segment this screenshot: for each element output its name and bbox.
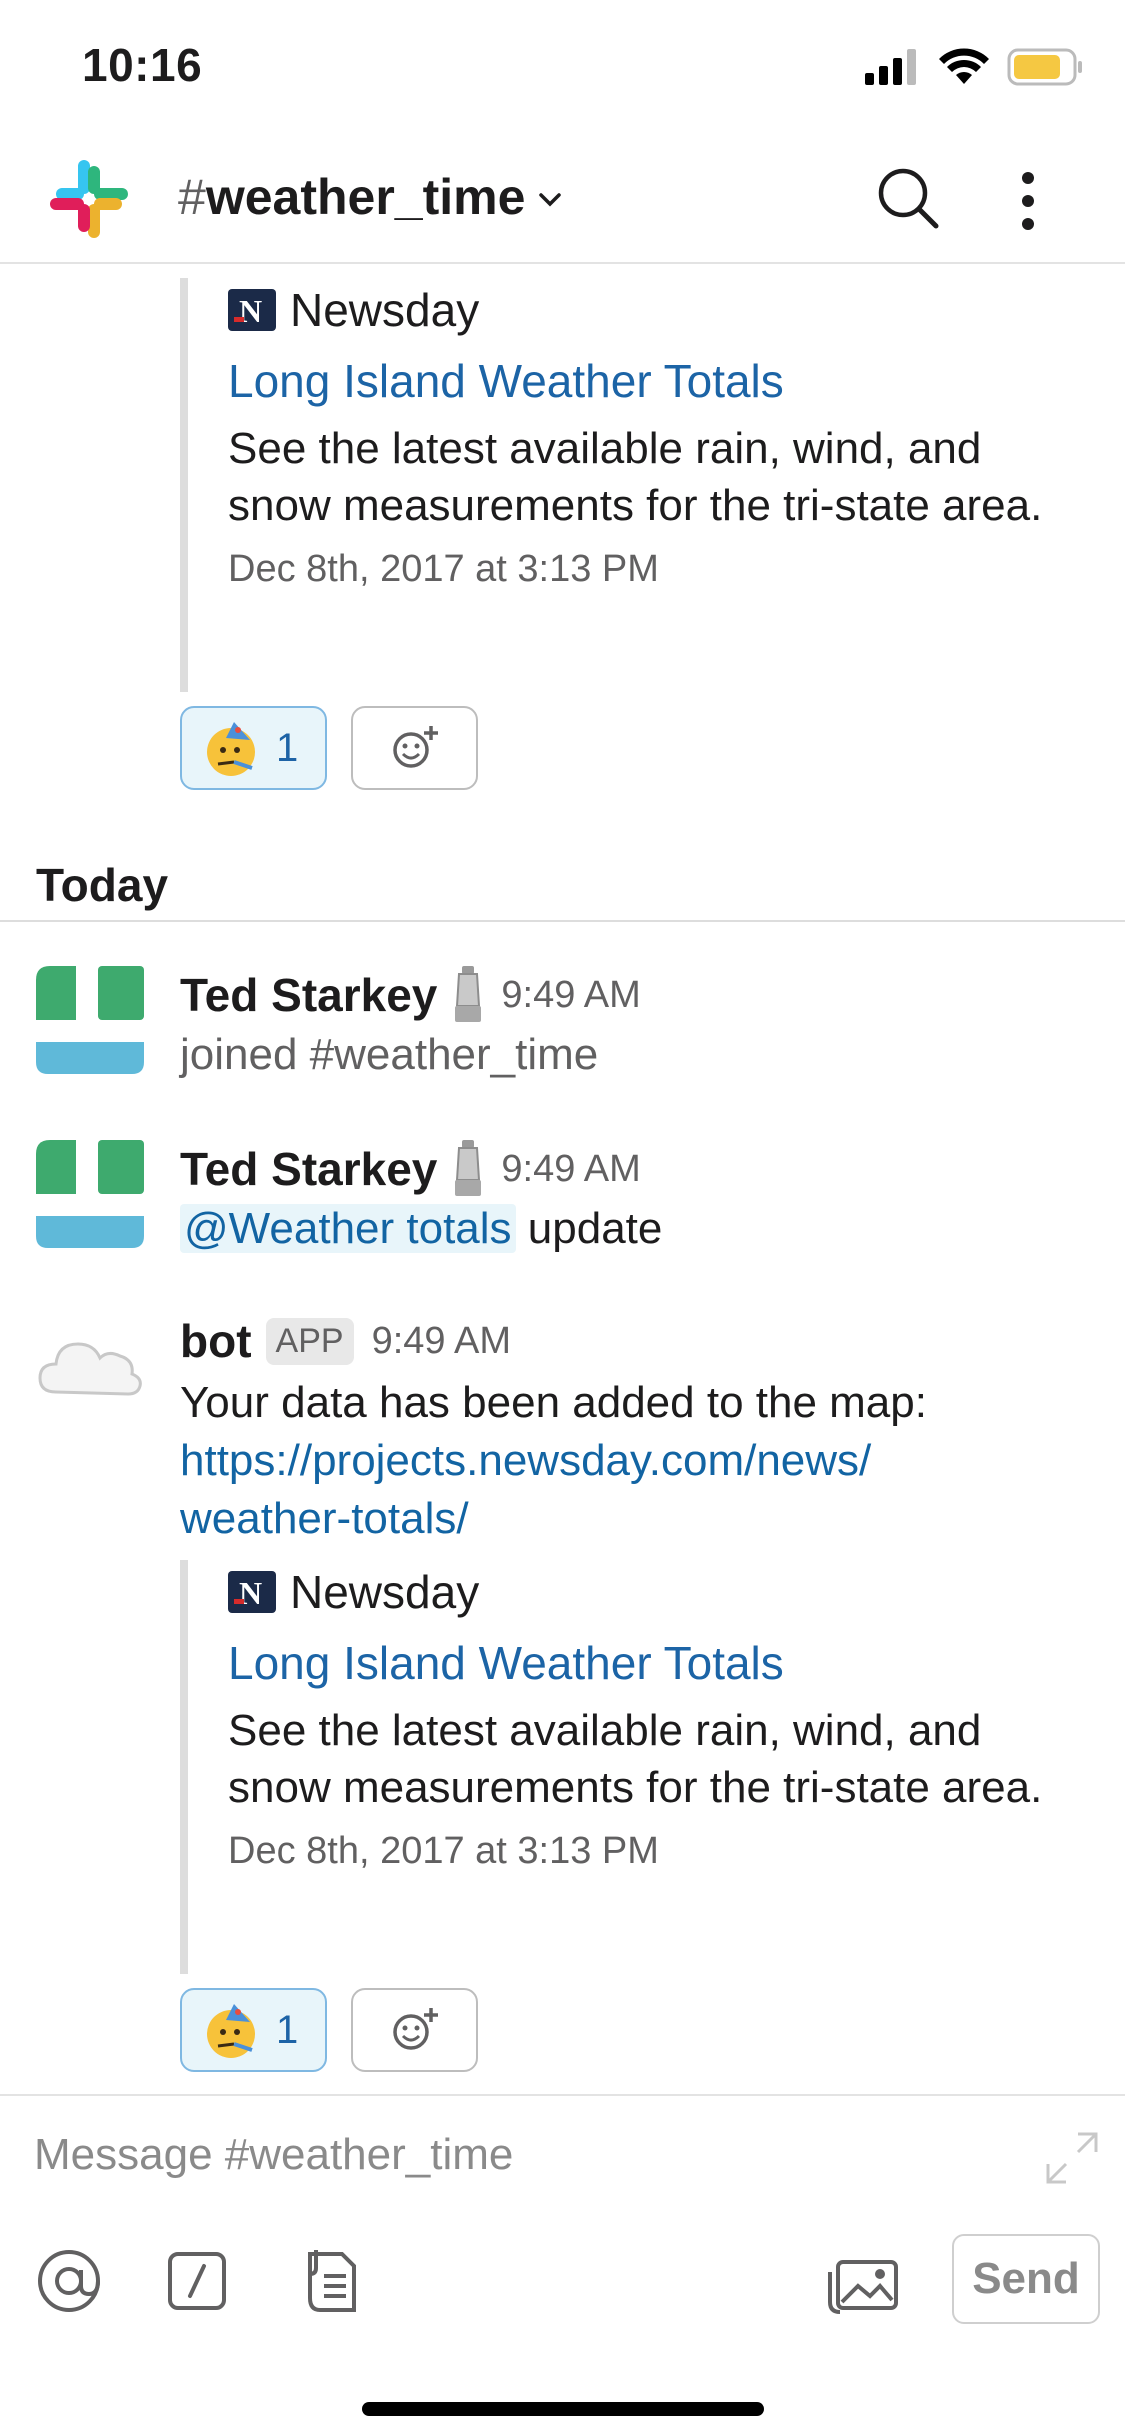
- link-preview[interactable]: N Newsday Long Island Weather Totals See…: [180, 278, 1080, 692]
- add-reaction-icon: [392, 2008, 438, 2050]
- newsday-icon: N: [228, 1571, 276, 1613]
- message-time: 9:49 AM: [501, 973, 641, 1016]
- home-indicator[interactable]: [362, 2402, 764, 2416]
- attachment-source-name: Newsday: [290, 1566, 480, 1618]
- status-time: 10:16: [82, 39, 203, 91]
- app-badge: APP: [265, 1317, 354, 1365]
- add-reaction-button[interactable]: [351, 706, 478, 790]
- trophy-icon: [455, 1140, 482, 1196]
- chevron-down-icon: [539, 193, 562, 207]
- message-header: Ted Starkey 9:49 AM: [180, 1140, 641, 1198]
- cloud-emoji[interactable]: [36, 1314, 144, 1422]
- attachment-source: N Newsday: [228, 1560, 1080, 1624]
- message-text-body: Your data has been added to the map:: [180, 1378, 927, 1427]
- message-link-line[interactable]: weather-totals/: [180, 1490, 1080, 1548]
- attachment-source: N Newsday: [228, 278, 1080, 342]
- message-time: 9:49 AM: [501, 1147, 641, 1190]
- message-item[interactable]: Ted Starkey 9:49 AM joined #weather_time: [0, 966, 1125, 1096]
- channel-name: weather_time: [205, 169, 526, 225]
- partying-face-emoji: [207, 722, 255, 776]
- reaction-pill[interactable]: 1: [180, 706, 327, 790]
- message-item[interactable]: Ted Starkey 9:49 AM @Weather totals upda…: [0, 1140, 1125, 1270]
- message-text-body: update: [515, 1204, 663, 1253]
- message-link[interactable]: https://projects.newsday.com/news/ weath…: [180, 1432, 1080, 1548]
- message-composer: Message #weather_time Send: [0, 2094, 1125, 2436]
- message-header: bot APP 9:49 AM: [180, 1314, 511, 1368]
- reaction-count: 1: [276, 725, 299, 770]
- send-button[interactable]: Send: [952, 2234, 1100, 2324]
- expand-icon[interactable]: [1044, 2130, 1100, 2186]
- message-text: Your data has been added to the map: htt…: [180, 1374, 1080, 1548]
- newsday-icon: N: [228, 289, 276, 331]
- message-link-line[interactable]: https://projects.newsday.com/news/: [180, 1432, 1080, 1490]
- message-author[interactable]: Ted Starkey: [180, 1142, 437, 1196]
- message-list[interactable]: N Newsday Long Island Weather Totals See…: [0, 266, 1125, 2096]
- message-author[interactable]: bot: [180, 1314, 252, 1368]
- day-divider-label: Today: [36, 859, 169, 911]
- avatar[interactable]: [36, 1140, 144, 1248]
- reaction-bar: 1: [180, 706, 478, 790]
- battery-icon: [1007, 48, 1082, 86]
- channel-title[interactable]: # weather_time: [178, 168, 562, 226]
- trophy-icon: [455, 966, 482, 1022]
- attachment-date: Dec 8th, 2017 at 3:13 PM: [228, 548, 659, 590]
- add-reaction-icon: [392, 726, 438, 768]
- slash-command-icon[interactable]: [162, 2246, 232, 2316]
- day-divider: Today: [0, 846, 1125, 922]
- slack-logo[interactable]: [48, 158, 130, 240]
- wifi-icon: [939, 48, 989, 84]
- more-vertical-icon[interactable]: [1012, 170, 1044, 232]
- message-input[interactable]: Message #weather_time: [34, 2130, 513, 2180]
- channel-header: # weather_time: [0, 132, 1125, 264]
- message-header: Ted Starkey 9:49 AM: [180, 966, 641, 1024]
- reaction-pill[interactable]: 1: [180, 1988, 327, 2072]
- attachment-title[interactable]: Long Island Weather Totals: [228, 1634, 1080, 1692]
- status-icons: [865, 48, 1083, 86]
- reaction-bar: 1: [180, 1988, 478, 2072]
- attachment-title[interactable]: Long Island Weather Totals: [228, 352, 1080, 410]
- message-author[interactable]: Ted Starkey: [180, 968, 437, 1022]
- channel-hash: #: [178, 169, 206, 225]
- search-icon[interactable]: [876, 166, 940, 230]
- message-text: @Weather totals update: [180, 1200, 1080, 1258]
- photo-library-icon[interactable]: [824, 2246, 900, 2316]
- cellular-signal-icon: [865, 49, 916, 85]
- attachment-description: See the latest available rain, wind, and…: [228, 424, 1043, 530]
- reaction-count: 1: [276, 2007, 299, 2052]
- partying-face-emoji: [207, 2004, 255, 2058]
- add-reaction-button[interactable]: [351, 1988, 478, 2072]
- status-bar: 10:16: [0, 0, 1125, 132]
- file-attach-icon[interactable]: [296, 2246, 366, 2316]
- attachment-date: Dec 8th, 2017 at 3:13 PM: [228, 1830, 659, 1872]
- attachment-source-name: Newsday: [290, 284, 480, 336]
- at-mention-icon[interactable]: [34, 2246, 104, 2316]
- message-text: joined #weather_time: [180, 1030, 599, 1079]
- avatar[interactable]: [36, 966, 144, 1074]
- attachment-description: See the latest available rain, wind, and…: [228, 1706, 1043, 1812]
- message-time: 9:49 AM: [371, 1319, 511, 1362]
- user-mention[interactable]: @Weather totals: [180, 1204, 516, 1253]
- link-preview[interactable]: N Newsday Long Island Weather Totals See…: [180, 1560, 1080, 1974]
